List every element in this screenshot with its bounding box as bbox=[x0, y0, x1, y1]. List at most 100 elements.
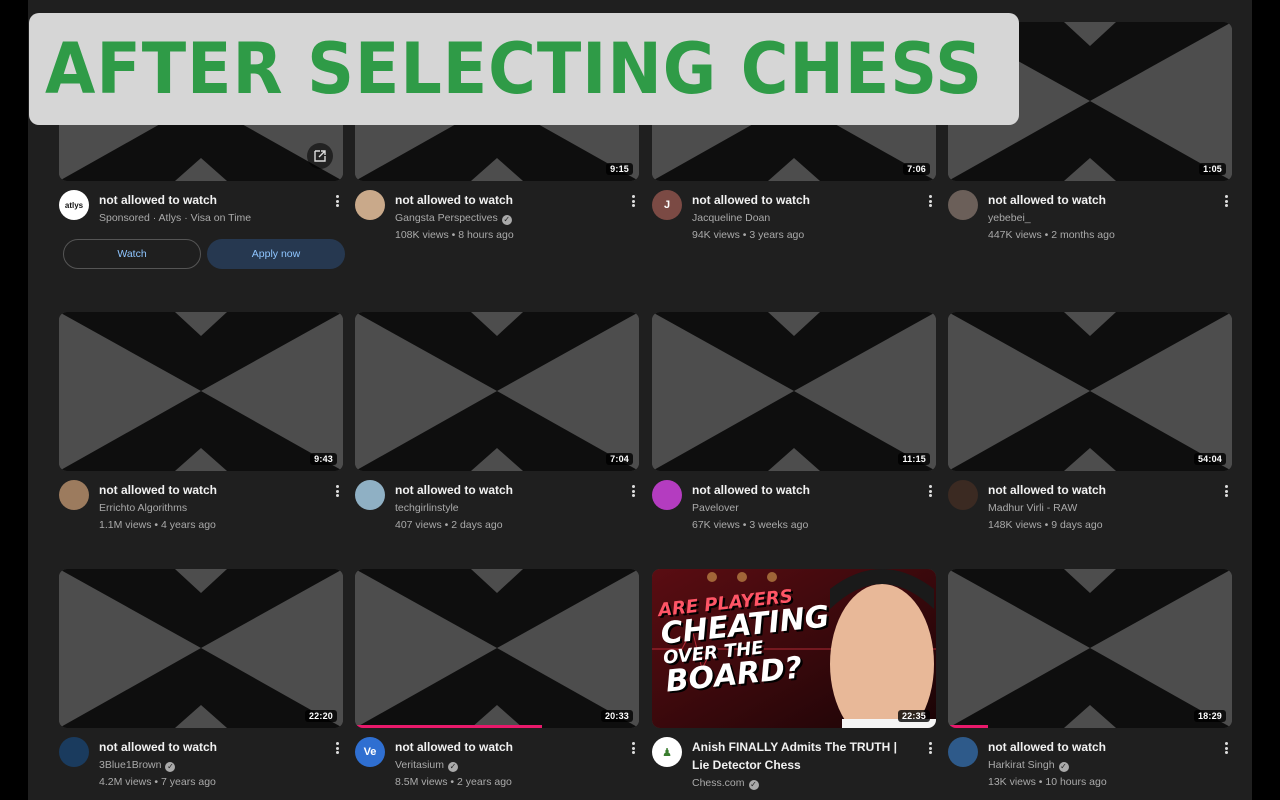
placeholder-x-graphic bbox=[59, 312, 343, 471]
video-thumbnail[interactable]: 22:20 bbox=[59, 569, 343, 728]
channel-name[interactable]: techgirlinstyle bbox=[395, 502, 459, 514]
watch-button[interactable]: Watch bbox=[63, 239, 201, 269]
video-stats: 1.1M views • 4 years ago bbox=[99, 519, 216, 531]
channel-avatar[interactable]: Ve bbox=[355, 737, 385, 767]
video-card[interactable]: 18:29 not allowed to watch Harkirat Singh ✓… bbox=[948, 569, 1232, 800]
video-thumbnail[interactable]: 54:04 bbox=[948, 312, 1232, 471]
channel-name[interactable]: Sponsored · Atlys · Visa on Time bbox=[99, 212, 251, 224]
more-options-icon[interactable] bbox=[331, 193, 343, 209]
video-title[interactable]: not allowed to watch bbox=[99, 481, 319, 499]
video-title[interactable]: not allowed to watch bbox=[99, 191, 319, 209]
placeholder-x-graphic bbox=[948, 312, 1232, 471]
channel-avatar[interactable] bbox=[355, 190, 385, 220]
channel-name-text: Gangsta Perspectives bbox=[395, 212, 498, 224]
video-card[interactable]: 7:04 not allowed to watch techgirlinstyle 4… bbox=[355, 312, 639, 551]
channel-avatar[interactable]: ♟ bbox=[652, 737, 682, 767]
more-options-icon[interactable] bbox=[627, 193, 639, 209]
video-card[interactable]: 11:15 not allowed to watch Pavelover 67K vi… bbox=[652, 312, 936, 551]
channel-name[interactable]: Madhur Virli - RAW bbox=[988, 502, 1077, 514]
channel-name[interactable]: Jacqueline Doan bbox=[692, 212, 770, 224]
video-stats: 67K views • 3 weeks ago bbox=[692, 519, 809, 531]
channel-name-text: Chess.com bbox=[692, 777, 745, 789]
video-meta: not allowed to watch Gangsta Perspectives… bbox=[355, 181, 639, 261]
video-duration: 11:15 bbox=[898, 453, 930, 465]
channel-avatar[interactable] bbox=[652, 480, 682, 510]
video-meta: not allowed to watch yebebei_ 447K views •… bbox=[948, 181, 1232, 261]
video-title[interactable]: not allowed to watch bbox=[692, 481, 912, 499]
channel-name-text: techgirlinstyle bbox=[395, 502, 459, 514]
video-duration: 7:06 bbox=[903, 163, 930, 175]
channel-avatar[interactable] bbox=[59, 480, 89, 510]
video-title[interactable]: not allowed to watch bbox=[988, 481, 1208, 499]
video-card[interactable]: 20:33 Ve not allowed to watch Veritasium ✓ 8.… bbox=[355, 569, 639, 800]
video-thumbnail[interactable]: 18:29 bbox=[948, 569, 1232, 728]
video-card[interactable]: 22:20 not allowed to watch 3Blue1Brown ✓ 4.2… bbox=[59, 569, 343, 800]
channel-name-text: Errichto Algorithms bbox=[99, 502, 188, 514]
video-thumbnail[interactable]: ARE PLAYERS CHEATING OVER THE BOARD? 22:35 bbox=[652, 569, 936, 728]
video-duration: 20:33 bbox=[600, 710, 633, 722]
more-options-icon[interactable] bbox=[1220, 740, 1232, 756]
channel-avatar[interactable] bbox=[355, 480, 385, 510]
channel-avatar[interactable] bbox=[948, 480, 978, 510]
video-title[interactable]: not allowed to watch bbox=[988, 738, 1208, 756]
channel-name[interactable]: Errichto Algorithms bbox=[99, 502, 187, 514]
channel-avatar[interactable] bbox=[948, 190, 978, 220]
channel-name[interactable]: Chess.com ✓ bbox=[692, 777, 759, 790]
more-options-icon[interactable] bbox=[627, 483, 639, 499]
video-title[interactable]: not allowed to watch bbox=[692, 191, 912, 209]
video-meta: not allowed to watch Errichto Algorithms 1… bbox=[59, 471, 343, 551]
video-thumbnail[interactable]: 20:33 bbox=[355, 569, 639, 728]
video-title[interactable]: not allowed to watch bbox=[988, 191, 1208, 209]
more-options-icon[interactable] bbox=[924, 740, 936, 756]
channel-name[interactable]: Harkirat Singh ✓ bbox=[988, 759, 1069, 772]
video-card[interactable]: ARE PLAYERS CHEATING OVER THE BOARD? 22:35 ♟ A… bbox=[652, 569, 936, 800]
channel-name[interactable]: 3Blue1Brown ✓ bbox=[99, 759, 176, 772]
verified-check-icon: ✓ bbox=[165, 762, 176, 772]
channel-name[interactable]: yebebei_ bbox=[988, 212, 1031, 224]
video-stats: 447K views • 2 months ago bbox=[988, 229, 1115, 241]
channel-avatar[interactable] bbox=[948, 737, 978, 767]
apply-now-button[interactable]: Apply now bbox=[207, 239, 345, 269]
video-title[interactable]: not allowed to watch bbox=[99, 738, 319, 756]
video-title[interactable]: not allowed to watch bbox=[395, 738, 615, 756]
channel-avatar[interactable] bbox=[59, 737, 89, 767]
placeholder-x-graphic bbox=[355, 569, 639, 728]
more-options-icon[interactable] bbox=[924, 483, 936, 499]
video-thumbnail[interactable]: 9:43 bbox=[59, 312, 343, 471]
channel-avatar[interactable]: atlys bbox=[59, 190, 89, 220]
video-duration: 1:05 bbox=[1199, 163, 1226, 175]
verified-check-icon: ✓ bbox=[448, 762, 459, 772]
more-options-icon[interactable] bbox=[1220, 193, 1232, 209]
video-meta: not allowed to watch Harkirat Singh ✓ 13K v… bbox=[948, 728, 1232, 800]
video-stats: 13K views • 10 hours ago bbox=[988, 776, 1107, 788]
video-title[interactable]: not allowed to watch bbox=[395, 481, 615, 499]
video-meta: not allowed to watch techgirlinstyle 407 v… bbox=[355, 471, 639, 551]
video-title[interactable]: Anish FINALLY Admits The TRUTH | Lie Det… bbox=[692, 738, 912, 774]
more-options-icon[interactable] bbox=[331, 483, 343, 499]
placeholder-x-graphic bbox=[652, 312, 936, 471]
video-thumbnail[interactable]: 11:15 bbox=[652, 312, 936, 471]
channel-name[interactable]: Pavelover bbox=[692, 502, 739, 514]
video-meta: Jnot allowed to watch Jacqueline Doan 94K … bbox=[652, 181, 936, 261]
video-stats: 4.2M views • 7 years ago bbox=[99, 776, 216, 788]
video-duration: 22:20 bbox=[304, 710, 337, 722]
video-title[interactable]: not allowed to watch bbox=[395, 191, 615, 209]
more-options-icon[interactable] bbox=[331, 740, 343, 756]
more-options-icon[interactable] bbox=[1220, 483, 1232, 499]
video-thumbnail[interactable]: 7:04 bbox=[355, 312, 639, 471]
external-link-icon[interactable] bbox=[307, 143, 333, 169]
channel-name-text: Pavelover bbox=[692, 502, 739, 514]
channel-name[interactable]: Veritasium ✓ bbox=[395, 759, 459, 772]
placeholder-x-graphic bbox=[355, 312, 639, 471]
channel-avatar[interactable]: J bbox=[652, 190, 682, 220]
channel-name-text: Sponsored · Atlys · Visa on Time bbox=[99, 212, 252, 224]
video-stats: 148K views • 9 days ago bbox=[988, 519, 1103, 531]
right-edge bbox=[1252, 0, 1280, 800]
more-options-icon[interactable] bbox=[627, 740, 639, 756]
video-card[interactable]: 9:43 not allowed to watch Errichto Algorit… bbox=[59, 312, 343, 551]
video-card[interactable]: 54:04 not allowed to watch Madhur Virli - … bbox=[948, 312, 1232, 551]
channel-name[interactable]: Gangsta Perspectives ✓ bbox=[395, 212, 512, 225]
video-meta: not allowed to watch 3Blue1Brown ✓ 4.2M vie… bbox=[59, 728, 343, 800]
channel-name-text: yebebei_ bbox=[988, 212, 1031, 224]
more-options-icon[interactable] bbox=[924, 193, 936, 209]
